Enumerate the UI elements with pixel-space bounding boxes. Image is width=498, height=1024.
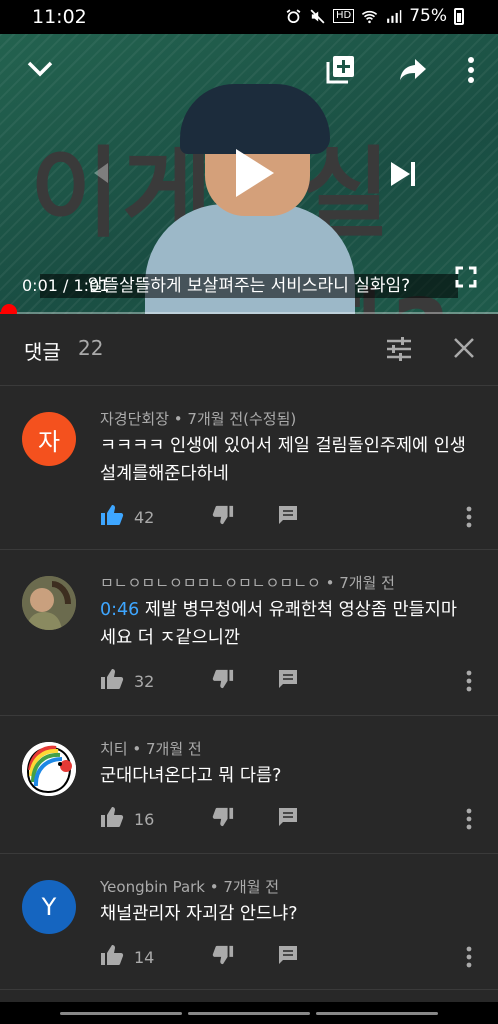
like-count: 16 — [134, 809, 155, 829]
avatar[interactable] — [22, 576, 76, 630]
reply-icon[interactable] — [278, 945, 298, 969]
comment-body: ㅋㅋㅋㅋ 인생에 있어서 제일 걸림돌인주제에 인생 설계를해준다하네 — [100, 436, 466, 484]
signal-icon — [387, 9, 402, 23]
status-bar: 11:02 HD 75% — [0, 0, 498, 34]
comment-body: 채널관리자 자괴감 안드냐? — [100, 904, 298, 924]
comment-time: 7개월 전 — [339, 574, 395, 592]
comment-time: 7개월 전 — [223, 878, 280, 896]
avatar[interactable]: 자 — [22, 412, 76, 466]
sort-icon[interactable] — [385, 336, 413, 362]
comment-meta: 자경단회장 • 7개월 전(수정됨) — [100, 408, 296, 429]
comment-author[interactable]: Yeongbin Park — [100, 878, 205, 896]
comment-meta: ㅁㄴㅇㅁㄴㅇㅁㅁㄴㅇㅁㄴㅇㅁㄴㅇ • 7개월 전 — [100, 572, 395, 593]
comment-author[interactable]: 자경단회장 — [100, 410, 169, 428]
comment-more-icon[interactable] — [466, 670, 472, 696]
minimize-chevron-icon[interactable] — [26, 58, 54, 80]
like-icon[interactable] — [100, 944, 124, 970]
nav-handle — [60, 1012, 182, 1015]
comment-text: 채널관리자 자괴감 안드냐? — [100, 900, 470, 928]
video-progress-handle[interactable] — [1, 304, 17, 314]
reply-icon[interactable] — [278, 807, 298, 831]
dislike-icon[interactable] — [212, 806, 234, 832]
comment-time: 7개월 전(수정됨) — [187, 410, 297, 428]
comment-actions: 32 — [100, 668, 298, 694]
comment-meta: 치티 • 7개월 전 — [100, 738, 202, 759]
comment-author[interactable]: 치티 — [100, 740, 128, 758]
nav-handle — [188, 1012, 310, 1015]
comment-more-icon[interactable] — [466, 808, 472, 834]
share-icon[interactable] — [398, 56, 428, 82]
like-icon[interactable] — [100, 504, 124, 530]
like-count: 14 — [134, 947, 155, 967]
like-icon[interactable] — [100, 806, 124, 832]
like-count: 32 — [134, 671, 155, 691]
wifi-icon — [362, 10, 378, 23]
comment-item: Y Yeongbin Park • 7개월 전 채널관리자 자괴감 안드냐? 1… — [0, 854, 498, 990]
video-player[interactable]: 이게 실화? 알뜰살뜰하게 보살펴주는 서비스라니 실화임? 0:01 / 1:… — [0, 34, 498, 314]
like-icon[interactable] — [100, 668, 124, 694]
system-nav-bar — [0, 1002, 498, 1024]
mute-icon — [310, 8, 325, 24]
comment-item: 치티 • 7개월 전 군대다녀온다고 뭐 다름? 16 — [0, 716, 498, 854]
comment-body: 제발 병무청에서 유쾌한척 영상좀 만들지마세요 더 ㅈ같으니깐 — [100, 600, 457, 648]
reply-icon[interactable] — [278, 505, 298, 529]
dislike-icon[interactable] — [212, 504, 234, 530]
comment-body: 군대다녀온다고 뭐 다름? — [100, 766, 282, 786]
meta-separator: • — [205, 878, 224, 896]
comment-item: ㅁㄴㅇㅁㄴㅇㅁㅁㄴㅇㅁㄴㅇㅁㄴㅇ • 7개월 전 0:46 제발 병무청에서 유… — [0, 550, 498, 716]
more-options-icon[interactable] — [466, 56, 476, 84]
avatar-letter: Y — [41, 893, 57, 921]
comment-more-icon[interactable] — [466, 506, 472, 532]
avatar[interactable] — [22, 742, 76, 796]
comments-header: 댓글 22 — [0, 314, 498, 386]
comment-text: 군대다녀온다고 뭐 다름? — [100, 762, 470, 790]
comment-text: 0:46 제발 병무청에서 유쾌한척 영상좀 만들지마세요 더 ㅈ같으니깐 — [100, 596, 470, 652]
status-time: 11:02 — [32, 6, 87, 28]
avatar[interactable]: Y — [22, 880, 76, 934]
battery-percent: 75% — [409, 6, 447, 26]
add-to-playlist-icon[interactable] — [326, 54, 356, 84]
nav-handle — [316, 1012, 438, 1015]
comment-text: ㅋㅋㅋㅋ 인생에 있어서 제일 걸림돌인주제에 인생 설계를해준다하네 — [100, 432, 470, 488]
play-icon[interactable] — [232, 146, 276, 200]
hd-voice-icon: HD — [332, 9, 355, 23]
comment-actions: 14 — [100, 944, 298, 970]
comment-more-icon[interactable] — [466, 946, 472, 972]
alarm-icon — [286, 8, 301, 23]
previous-icon[interactable] — [88, 160, 110, 186]
comment-actions: 42 — [100, 504, 298, 530]
comments-count: 22 — [78, 336, 104, 360]
comment-meta: Yeongbin Park • 7개월 전 — [100, 876, 279, 897]
comments-title: 댓글 — [24, 340, 61, 364]
dislike-icon[interactable] — [212, 668, 234, 694]
dislike-icon[interactable] — [212, 944, 234, 970]
video-time: 0:01 / 1:01 — [22, 276, 110, 295]
battery-icon — [454, 7, 464, 25]
comment-time: 7개월 전 — [146, 740, 202, 758]
meta-separator: • — [320, 574, 340, 592]
meta-separator: • — [169, 410, 188, 428]
comment-actions: 16 — [100, 806, 298, 832]
avatar-letter: 자 — [37, 427, 61, 456]
next-icon[interactable] — [388, 160, 418, 188]
like-count: 42 — [134, 507, 155, 527]
close-icon[interactable] — [452, 336, 476, 360]
meta-separator: • — [127, 740, 146, 758]
fullscreen-icon[interactable] — [455, 266, 477, 288]
comment-timestamp-link[interactable]: 0:46 — [100, 600, 139, 620]
comment-item: 자 자경단회장 • 7개월 전(수정됨) ㅋㅋㅋㅋ 인생에 있어서 제일 걸림돌… — [0, 386, 498, 550]
video-person-hair — [180, 84, 330, 154]
comment-author[interactable]: ㅁㄴㅇㅁㄴㅇㅁㅁㄴㅇㅁㄴㅇㅁㄴㅇ — [100, 574, 321, 592]
reply-icon[interactable] — [278, 669, 298, 693]
